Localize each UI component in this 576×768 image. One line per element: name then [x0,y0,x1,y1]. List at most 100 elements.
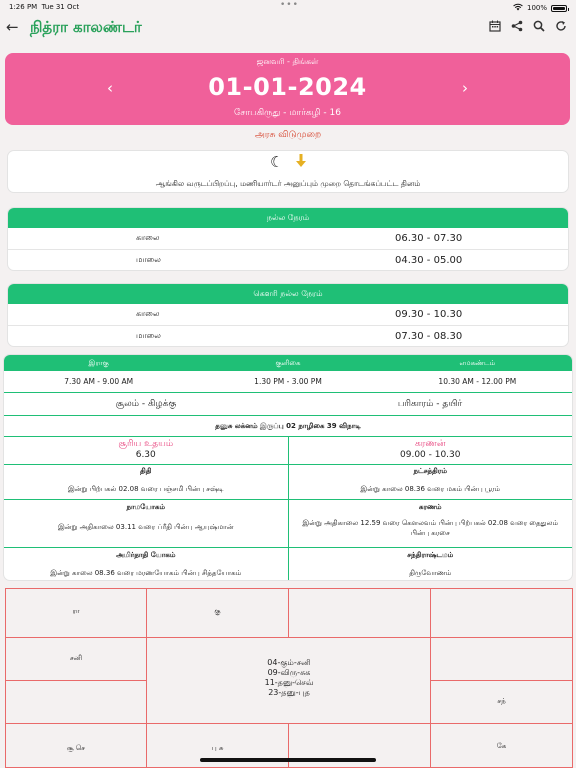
thithi-value: இன்று பிற்பகல் 02.08 வரை பஞ்சமி பின்பு ச… [67,485,224,493]
rasi-cell [430,637,573,681]
rasi-chart: ரா கு சனி சந் சூ செ பு சு கே 04-கும்-சனி… [5,588,573,768]
rasi-cell: கே [430,723,573,768]
rasi-planet: பு சு [211,744,224,752]
search-icon[interactable] [532,20,546,36]
refresh-icon[interactable] [554,20,568,36]
rasi-planet: ரா [72,607,80,615]
back-arrow-icon[interactable]: ← [6,18,19,36]
sunrise-cell: சூரிய உதயம் 6.30 [4,437,288,464]
rasi-center-line: 23-தனு-புத [268,688,310,697]
down-arrow-icon [296,154,306,172]
month-label: ஜனவரி - திங்கள் [256,57,319,66]
battery-icon [551,4,569,12]
sunrise-row: சூரிய உதயம் 6.30 கரணன் 09.00 - 10.30 [4,437,572,465]
rasi-planet: கு [214,607,221,615]
lagnam-text: தனுசு லக்னம் இருப்பு 02 நாழிகை 39 விநாடி [4,416,572,437]
rasi-center-line: 04-கும்-சனி [267,658,311,667]
app-bar: ← நித்ரா காலண்டர் [0,14,576,44]
rasi-cell: சந் [430,680,573,724]
row-label: மாலை [136,255,161,264]
status-time: 1:26 PM Tue 31 Oct [9,3,80,11]
rasi-cell: சூ செ [5,723,147,768]
status-right: 100% [513,3,569,13]
app-title: நித்ரா காலண்டர் [30,18,142,36]
nalla-neram-title: நல்ல நேரம் [8,208,568,228]
toolbar-icons [488,20,568,36]
karanan-value: 09.00 - 10.30 [400,450,461,460]
soolam-text: சூலம் - கிழக்கு [115,399,177,409]
nalla-neram-card: நல்ல நேரம் காலை 06.30 - 07.30 மாலை 04.30… [7,207,569,271]
rasi-center-line: 11-தனு-செவ் [264,678,314,687]
karanam-label: கரணம் [418,503,442,511]
rasi-cell [288,588,431,638]
gowri-card: கௌரி நல்ல நேரம் காலை 09.30 - 10.30 மாலை … [7,283,569,347]
rahu-header: இராகு குளிகை எமகண்டம் [4,355,572,371]
gowri-row: மாலை 07.30 - 08.30 [8,325,568,346]
gowri-row: காலை 09.30 - 10.30 [8,304,568,325]
row-value: 06.30 - 07.30 [395,233,463,244]
battery-percent: 100% [526,4,547,12]
event-text: ஆங்கில வருடப்பிறப்பு, மணியார்டர் அனுப்பு… [155,179,421,188]
row-value: 04.30 - 05.00 [395,255,463,266]
yogam-cell: நாமயோகம் இன்று அதிகாலை 03.11 வரை ப்ரீதி … [4,500,288,547]
status-bar: 1:26 PM Tue 31 Oct ••• 100% [0,0,576,14]
nalla-neram-row: மாலை 04.30 - 05.00 [8,249,568,270]
new-moon-icon: ☾ [270,153,284,171]
date-title: 01-01-2024 [208,73,367,101]
rahu-values: 7.30 AM - 9.00 AM 1.30 PM - 3.00 PM 10.3… [4,371,572,393]
wifi-icon [513,3,523,13]
rahu-label: இராகு [88,359,109,367]
karanan-cell: கரணன் 09.00 - 10.30 [287,437,573,464]
yogam-label: நாமயோகம் [126,503,166,511]
emagandam-label: எமகண்டம் [459,359,496,367]
panchangam-card: இராகு குளிகை எமகண்டம் 7.30 AM - 9.00 AM … [3,354,573,581]
karanan-label: கரணன் [414,439,446,449]
rasi-cell: கு [146,588,289,638]
rasi-planet: சூ செ [66,744,86,752]
soolam-row: சூலம் - கிழக்கு பரிகாரம் - தயிர் [4,393,572,416]
rasi-center-line: 09-விரு-சுக [267,668,311,677]
amirtha-row: அமிர்தாதி யோகம் இன்று காலை 08.36 வரை மரண… [4,548,572,580]
share-icon[interactable] [510,20,524,36]
nakshatra-cell: நட்சத்திரம் இன்று காலை 08.36 வரை மகம் பி… [287,465,573,499]
rasi-planet: சந் [497,697,506,705]
rasi-cell: சனி [5,637,147,681]
yogam-value: இன்று அதிகாலை 03.11 வரை ப்ரீதி பின்பு ஆய… [57,523,234,531]
rahu-value: 7.30 AM - 9.00 AM [64,377,134,386]
amirtha-value: இன்று காலை 08.36 வரை மரணயோகம் பின்பு சித… [50,569,242,577]
row-label: காலை [136,233,160,242]
rasi-cell [5,680,147,724]
thithi-cell: திதி இன்று பிற்பகல் 02.08 வரை பஞ்சமி பின… [4,465,288,499]
row-value: 09.30 - 10.30 [395,309,463,320]
next-day-chevron-icon[interactable]: › [462,79,468,97]
row-label: காலை [136,309,160,318]
emagandam-value: 10.30 AM - 12.00 PM [438,377,517,386]
thithi-label: திதி [140,467,152,475]
row-label: மாலை [136,331,161,340]
sunrise-value: 6.30 [135,450,156,460]
nalla-neram-row: காலை 06.30 - 07.30 [8,228,568,249]
rasi-planet: கே [496,742,507,750]
date-header: ஜனவரி - திங்கள் ‹ 01-01-2024 › சோபகிருது… [5,53,570,125]
chandra-value: திருவோணம் [409,569,452,577]
multitask-dots-icon[interactable]: ••• [280,0,299,10]
event-card: ☾ ஆங்கில வருடப்பிறப்பு, மணியார்டர் அனுப்… [7,150,569,193]
home-indicator[interactable] [200,758,376,762]
sunrise-label: சூரிய உதயம் [118,439,174,449]
calendar-icon[interactable] [488,20,502,36]
amirtha-label: அமிர்தாதி யோகம் [116,551,176,559]
thithi-row: திதி இன்று பிற்பகல் 02.08 வரை பஞ்சமி பின… [4,465,572,500]
rasi-planet: சனி [69,654,83,662]
karanam-cell: கரணம் இன்று அதிகாலை 12.59 வரை கௌலவம் பின… [287,500,573,547]
rasi-cell: ரா [5,588,147,638]
nakshatra-label: நட்சத்திரம் [413,467,447,475]
yogam-row: நாமயோகம் இன்று அதிகாலை 03.11 வரை ப்ரீதி … [4,500,572,548]
gowri-title: கௌரி நல்ல நேரம் [8,284,568,304]
tamil-date: சோபகிருது - மார்கழி - 16 [234,108,341,118]
pariharam-text: பரிகாரம் - தயிர் [397,399,463,409]
amirtha-cell: அமிர்தாதி யோகம் இன்று காலை 08.36 வரை மரண… [4,548,288,580]
rasi-center: 04-கும்-சனி 09-விரு-சுக 11-தனு-செவ் 23-த… [225,658,353,698]
holiday-label: அரசு விடுமுறை [254,130,322,140]
rasi-cell [430,588,573,638]
chandra-label: சந்திராஷ்டமம் [407,551,454,559]
